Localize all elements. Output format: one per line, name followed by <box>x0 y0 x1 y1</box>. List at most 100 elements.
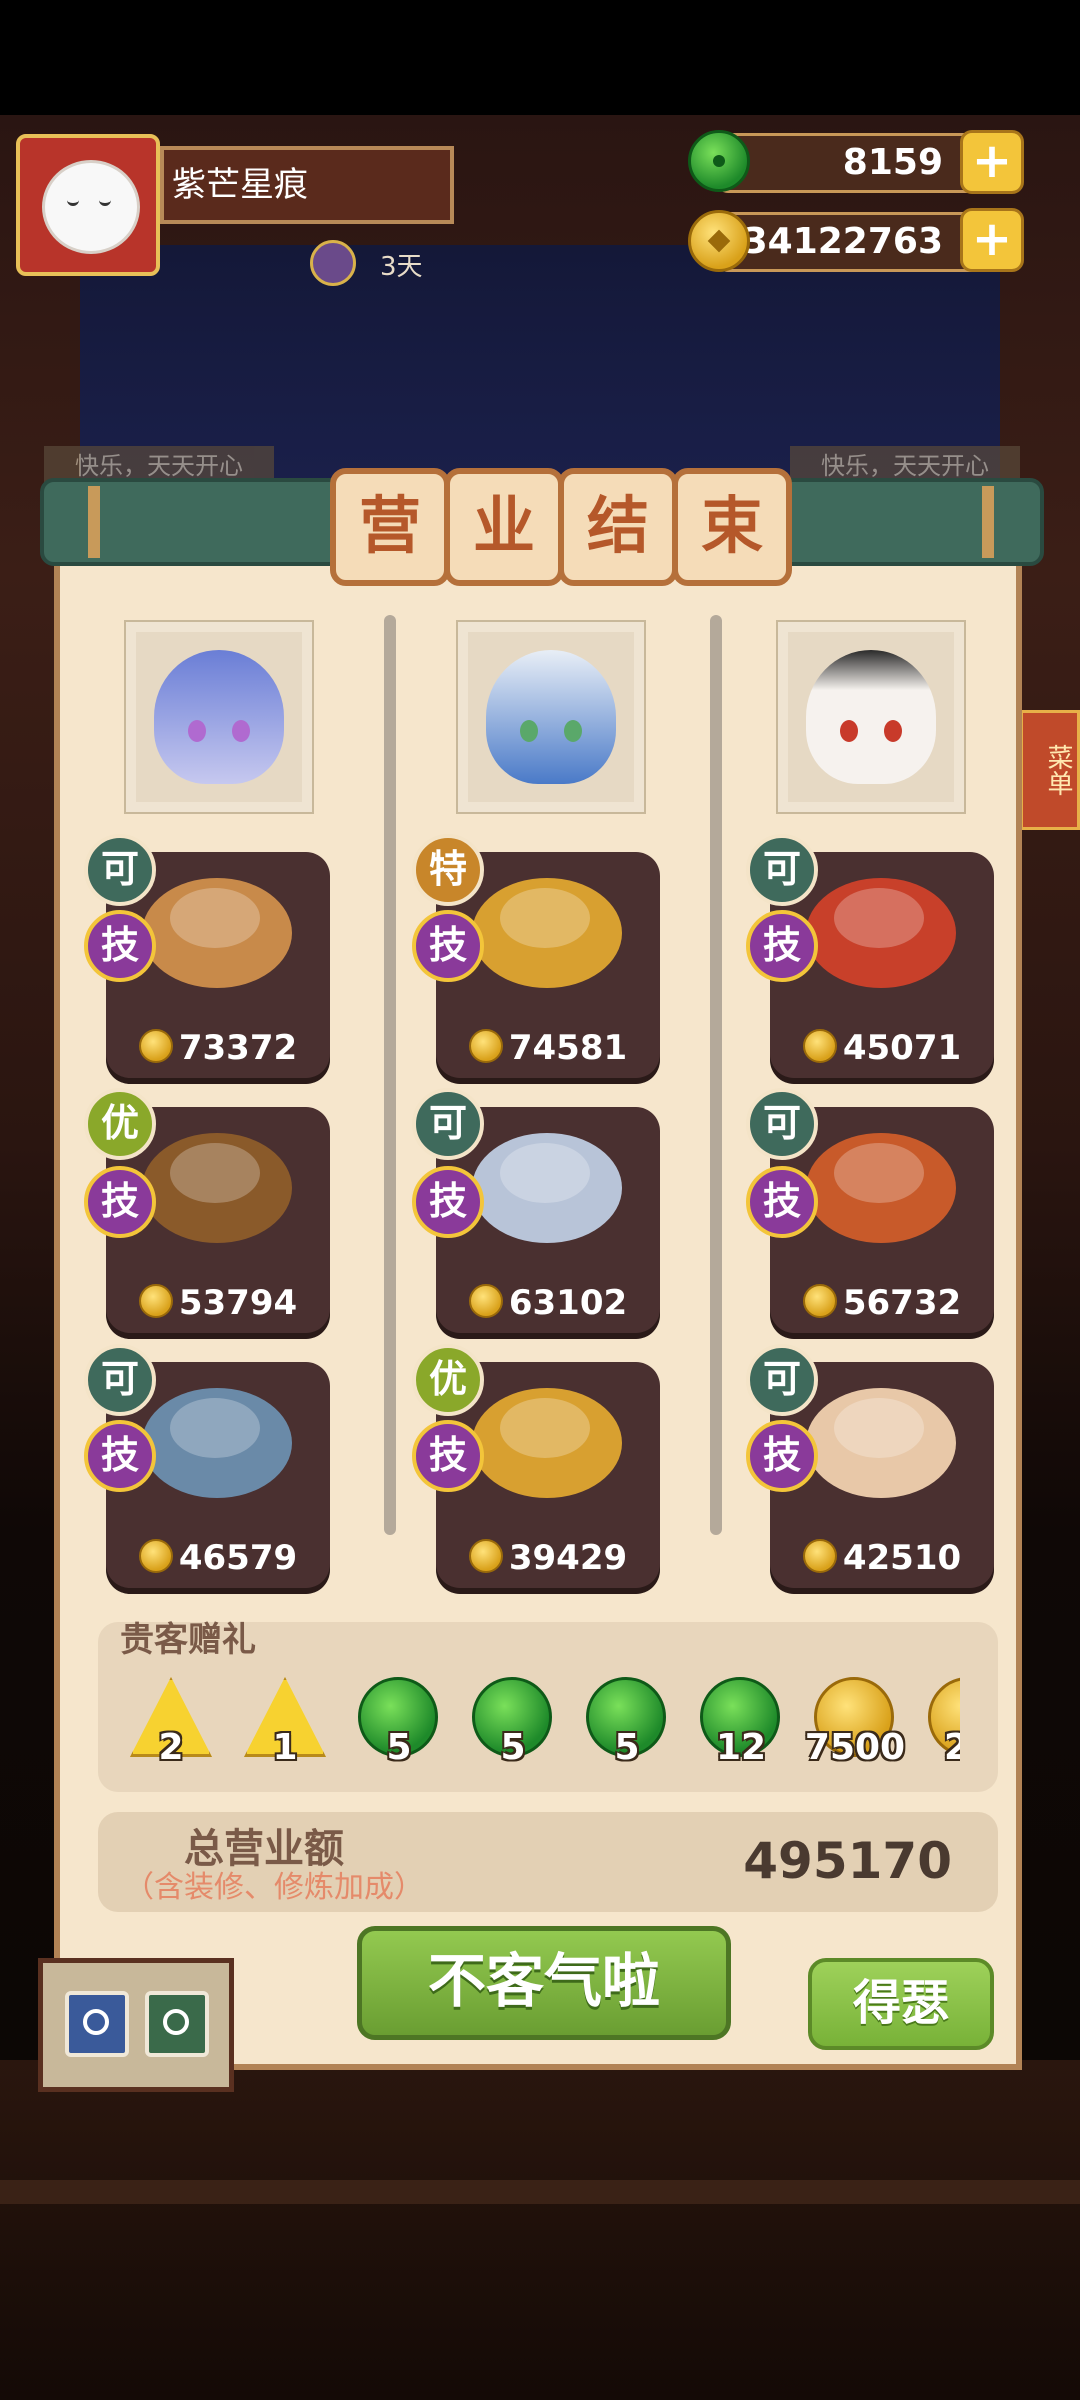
dish-price-value: 53794 <box>178 1283 298 1323</box>
gift-item: 25 <box>926 1677 960 1768</box>
breakfast-set-dish-icon <box>806 878 956 988</box>
share-panel <box>38 1958 234 2092</box>
coin-icon <box>468 1284 503 1318</box>
coin-icon <box>468 1539 503 1573</box>
gift-list[interactable]: 2 1 5 5 5 12 7500 25 <box>98 1660 960 1790</box>
skill-badge: 技 <box>84 910 156 982</box>
title-char-2: 业 <box>444 468 564 586</box>
player-name: 紫芒星痕 <box>160 146 454 224</box>
grade-badge: 可 <box>84 1344 156 1416</box>
seafood-grill-dish-icon <box>806 1133 956 1243</box>
lotus-platter-dish-icon <box>472 1133 622 1243</box>
dish-price-value: 45071 <box>842 1028 962 1068</box>
grade-badge: 可 <box>746 1344 818 1416</box>
dish-price-value: 42510 <box>842 1538 962 1578</box>
skill-badge: 技 <box>412 1420 484 1492</box>
grade-badge: 可 <box>84 834 156 906</box>
golden-hotpot-dish-icon <box>472 1388 622 1498</box>
column-divider-2 <box>710 615 722 1535</box>
gift-qty: 12 <box>715 1727 767 1768</box>
chef-portrait-1[interactable] <box>126 622 312 812</box>
gift-item: 12 <box>698 1677 784 1768</box>
dish-price-value: 56732 <box>842 1283 962 1323</box>
player-avatar[interactable] <box>16 134 160 276</box>
eye-icon <box>884 720 902 742</box>
gift-item: 7500 <box>805 1677 905 1768</box>
dish-price: 56732 <box>770 1283 994 1323</box>
dish-price-value: 46579 <box>178 1538 298 1578</box>
eye-icon <box>840 720 858 742</box>
title-char-3: 结 <box>558 468 678 586</box>
grade-badge: 可 <box>412 1088 484 1160</box>
gift-qty: 5 <box>614 1727 640 1768</box>
total-revenue-note: （含装修、修炼加成） <box>124 1870 424 1905</box>
gift-item: 2 <box>128 1677 214 1768</box>
share-icon[interactable] <box>145 1991 209 2057</box>
gift-item: 5 <box>584 1677 670 1768</box>
eye-icon <box>520 720 538 742</box>
guest-gifts-title: 贵客赠礼 <box>120 1620 256 1660</box>
cat-bowl-dish-icon <box>806 1388 956 1498</box>
coin-icon <box>138 1029 173 1063</box>
grade-badge: 优 <box>412 1344 484 1416</box>
gift-qty: 5 <box>500 1727 526 1768</box>
add-jade-button[interactable]: + <box>960 130 1024 194</box>
dish-price-value: 73372 <box>178 1028 298 1068</box>
confirm-button[interactable]: 不客气啦 <box>357 1926 731 2040</box>
chef-portrait-2[interactable] <box>458 622 644 812</box>
gift-qty: 1 <box>272 1727 298 1768</box>
dish-price-value: 63102 <box>508 1283 628 1323</box>
gift-item: 5 <box>356 1677 442 1768</box>
add-coin-button[interactable]: + <box>960 208 1024 272</box>
menu-side-button[interactable]: 菜单 <box>1020 710 1080 830</box>
banquet-set-dish-icon <box>142 1388 292 1498</box>
chef-face-1 <box>154 650 284 784</box>
floor <box>0 2060 1080 2400</box>
show-off-button[interactable]: 得瑟 <box>808 1958 994 2050</box>
dish-price: 73372 <box>106 1028 330 1068</box>
eye-icon <box>188 720 206 742</box>
dish-price: 74581 <box>436 1028 660 1068</box>
skill-badge: 技 <box>746 1420 818 1492</box>
coin-icon <box>688 210 750 272</box>
chef-face-3 <box>806 650 936 784</box>
coin-icon <box>138 1539 173 1573</box>
skill-badge: 技 <box>746 1166 818 1238</box>
grade-badge: 可 <box>746 834 818 906</box>
coin-icon <box>802 1284 837 1318</box>
dish-price: 45071 <box>770 1028 994 1068</box>
coin-icon <box>802 1539 837 1573</box>
dish-price: 39429 <box>436 1538 660 1578</box>
banner-post-right <box>982 486 994 558</box>
chef-portrait-3[interactable] <box>778 622 964 812</box>
gift-qty: 25 <box>943 1727 960 1768</box>
grade-badge: 可 <box>746 1088 818 1160</box>
cat-avatar-icon <box>42 160 140 254</box>
dish-price: 63102 <box>436 1283 660 1323</box>
title-char-4: 束 <box>672 468 792 586</box>
skill-badge: 技 <box>84 1420 156 1492</box>
share-icon[interactable] <box>65 1991 129 2057</box>
floor-band <box>0 2180 1080 2204</box>
dish-price: 42510 <box>770 1538 994 1578</box>
skill-badge: 技 <box>84 1166 156 1238</box>
status-buff-icon[interactable] <box>310 240 356 286</box>
jade-icon <box>688 130 750 192</box>
coin-icon <box>138 1284 173 1318</box>
dish-price-value: 74581 <box>508 1028 628 1068</box>
chef-face-2 <box>486 650 616 784</box>
skill-badge: 技 <box>412 1166 484 1238</box>
grade-badge: 优 <box>84 1088 156 1160</box>
gift-qty: 2 <box>158 1727 184 1768</box>
status-days: 3天 <box>380 252 423 282</box>
title-char-1: 营 <box>330 468 450 586</box>
skill-badge: 技 <box>412 910 484 982</box>
banner-post-left <box>88 486 100 558</box>
dish-price-value: 39429 <box>508 1538 628 1578</box>
dish-price: 53794 <box>106 1283 330 1323</box>
eye-icon <box>564 720 582 742</box>
coin-icon <box>802 1029 837 1063</box>
gift-qty: 5 <box>386 1727 412 1768</box>
gift-qty: 7500 <box>804 1727 906 1768</box>
eye-icon <box>232 720 250 742</box>
